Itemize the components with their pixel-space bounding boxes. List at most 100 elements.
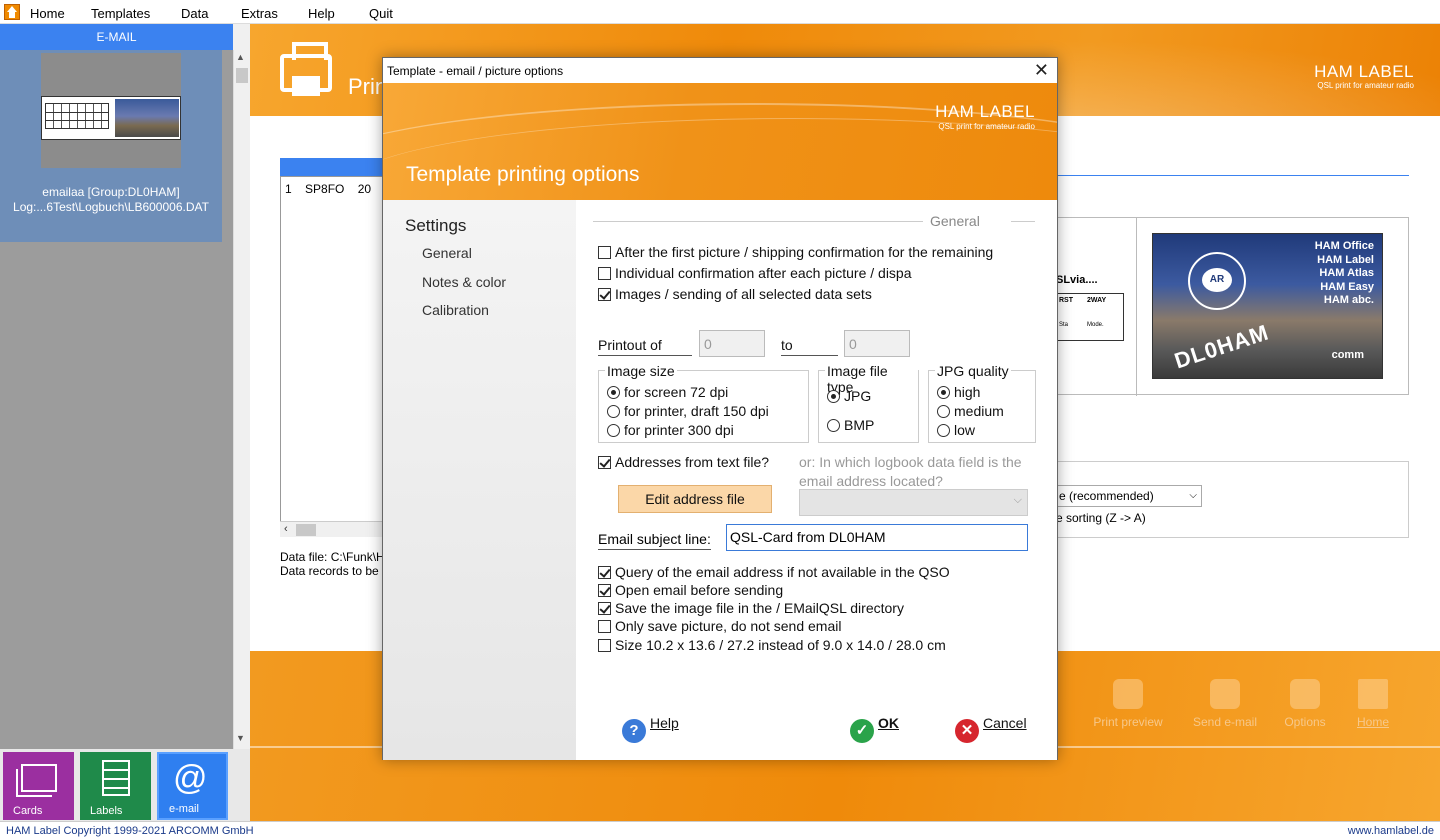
menu-quit[interactable]: Quit (369, 6, 393, 21)
checkbox-label: Addresses from text file? (615, 454, 770, 470)
menu-templates[interactable]: Templates (91, 6, 150, 21)
quality-low-radio[interactable]: low (937, 422, 975, 438)
radio-label: JPG (844, 388, 872, 404)
qsl-via-text: SLvia.... (1056, 274, 1098, 286)
menu-extras[interactable]: Extras (241, 6, 278, 21)
size-alt-checkbox[interactable]: Size 10.2 x 13.6 / 27.2 instead of 9.0 x… (598, 637, 946, 653)
radio-label: for printer 300 dpi (624, 422, 734, 438)
scroll-thumb[interactable] (236, 68, 248, 83)
address-field-select[interactable]: ⌵ (799, 489, 1028, 516)
quality-medium-radio[interactable]: medium (937, 403, 1004, 419)
subject-label: Email subject line: (598, 531, 711, 550)
home-icon[interactable] (4, 4, 20, 20)
size-150dpi-radio[interactable]: for printer, draft 150 dpi (607, 403, 769, 419)
thumbnail-table (45, 103, 109, 129)
individual-confirm-checkbox[interactable]: Individual confirmation after each pictu… (598, 265, 912, 281)
checkbox-box (598, 456, 611, 469)
nav-item-notes-color[interactable]: Notes & color (422, 274, 506, 290)
list-item[interactable]: 1 SP8FO 20 (285, 182, 381, 196)
seal-text: AR (1202, 268, 1232, 292)
mode-tiles: Cards Labels @ e-mail (0, 749, 250, 821)
save-image-checkbox[interactable]: Save the image file in the / EMailQSL di… (598, 600, 904, 616)
first-picture-confirm-checkbox[interactable]: After the first picture / shipping confi… (598, 244, 993, 260)
email-tile-label: e-mail (169, 803, 199, 815)
checkbox-box (598, 246, 611, 259)
quality-high-radio[interactable]: high (937, 384, 980, 400)
dialog-titlebar[interactable]: Template - email / picture options ✕ (383, 58, 1057, 83)
panel-scrollbar[interactable]: ▲ ▼ (233, 50, 249, 750)
radio-dot (827, 390, 840, 403)
settings-title: Settings (405, 216, 467, 235)
cards-tile[interactable]: Cards (3, 752, 74, 820)
all-selected-checkbox[interactable]: Images / sending of all selected data se… (598, 286, 872, 302)
send-email-action[interactable]: Send e-mail (1185, 679, 1265, 729)
size-72dpi-radio[interactable]: for screen 72 dpi (607, 384, 728, 400)
edit-address-file-button[interactable]: Edit address file (618, 485, 772, 513)
preview-cell-sta: Sta (1059, 322, 1069, 328)
radio-dot (827, 419, 840, 432)
print-preview-icon (1113, 679, 1143, 709)
template-thumbnail (41, 53, 181, 168)
subject-input[interactable]: QSL-Card from DL0HAM (726, 524, 1028, 551)
dialog-brand-logo: HAM LABEL QSL print for amateur radio (935, 102, 1035, 131)
menu-bar: Home Templates Data Extras Help Quit (0, 0, 1440, 24)
printout-to-input[interactable]: 0 (844, 330, 910, 357)
email-tile[interactable]: @ e-mail (157, 752, 228, 820)
help-button[interactable]: ? Help (622, 715, 679, 743)
image-size-title: Image size (605, 363, 677, 379)
menu-home[interactable]: Home (30, 6, 65, 21)
scroll-up-icon[interactable]: ▲ (236, 52, 245, 62)
template-item-selected[interactable]: emailaa [Group:DL0HAM] Log:...6Test\Logb… (0, 50, 222, 242)
scroll-left-icon[interactable]: ‹ (284, 523, 288, 535)
section-line (593, 221, 923, 222)
hscroll-thumb[interactable] (296, 524, 316, 536)
cancel-button[interactable]: ✕ Cancel (955, 715, 1027, 743)
addresses-from-file-checkbox[interactable]: Addresses from text file? (598, 454, 769, 470)
status-bar: HAM Label Copyright 1999-2021 ARCOMM Gmb… (0, 821, 1440, 840)
close-icon[interactable]: ✕ (1034, 60, 1049, 80)
options-label: Options (1284, 715, 1326, 729)
scroll-down-icon[interactable]: ▼ (236, 733, 245, 743)
tools-icon (1290, 679, 1320, 709)
size-300dpi-radio[interactable]: for printer 300 dpi (607, 422, 734, 438)
section-title: General (930, 213, 980, 229)
radio-dot (607, 405, 620, 418)
settings-nav: Settings General Notes & color Calibrati… (383, 200, 576, 760)
query-email-checkbox[interactable]: Query of the email address if not availa… (598, 564, 950, 580)
nav-item-general[interactable]: General (422, 245, 472, 261)
list-hscrollbar[interactable]: ‹ (280, 521, 385, 537)
printout-from-input[interactable]: 0 (699, 330, 765, 357)
website-link[interactable]: www.hamlabel.de (1348, 825, 1434, 837)
template-list-panel: E-MAIL emailaa [Group:DL0HAM] Log:...6Te… (0, 24, 233, 749)
labels-tile[interactable]: Labels (80, 752, 151, 820)
qso-list[interactable]: 1 SP8FO 20 (280, 176, 385, 537)
card-preview: SLvia.... RST 2WAY Sta Mode. AR HAM Offi… (1055, 217, 1409, 396)
section-divider (1055, 175, 1409, 176)
only-save-checkbox[interactable]: Only save picture, do not send email (598, 618, 841, 634)
menu-data[interactable]: Data (181, 6, 208, 21)
home-action[interactable]: Home (1333, 679, 1413, 729)
template-item-name: emailaa [Group:DL0HAM] (42, 185, 180, 199)
type-jpg-radio[interactable]: JPG (827, 388, 871, 404)
checkbox-label: Query of the email address if not availa… (615, 564, 950, 580)
print-preview-label: Print preview (1093, 715, 1163, 729)
open-email-checkbox[interactable]: Open email before sending (598, 582, 783, 598)
checkbox-box (598, 639, 611, 652)
menu-help[interactable]: Help (308, 6, 335, 21)
list-header-bar (280, 158, 390, 176)
print-preview-action[interactable]: Print preview (1088, 679, 1168, 729)
nav-item-calibration[interactable]: Calibration (422, 302, 489, 318)
radio-dot (937, 405, 950, 418)
help-icon: ? (622, 719, 646, 743)
radio-label: high (954, 384, 981, 400)
checkbox-label: Open email before sending (615, 582, 784, 598)
checkbox-box (598, 584, 611, 597)
sort-descending-option[interactable]: e sorting (Z -> A) (1056, 511, 1146, 525)
list-item-date: 20 (357, 182, 372, 196)
ok-button[interactable]: ✓ OK (850, 715, 899, 743)
datarecords-info: Data records to be (280, 564, 379, 578)
picture-line: HAM abc. (1323, 294, 1374, 306)
sort-select[interactable]: e (recommended) ⌵ (1056, 485, 1202, 507)
type-bmp-radio[interactable]: BMP (827, 417, 874, 433)
thumbnail-card (41, 96, 181, 140)
